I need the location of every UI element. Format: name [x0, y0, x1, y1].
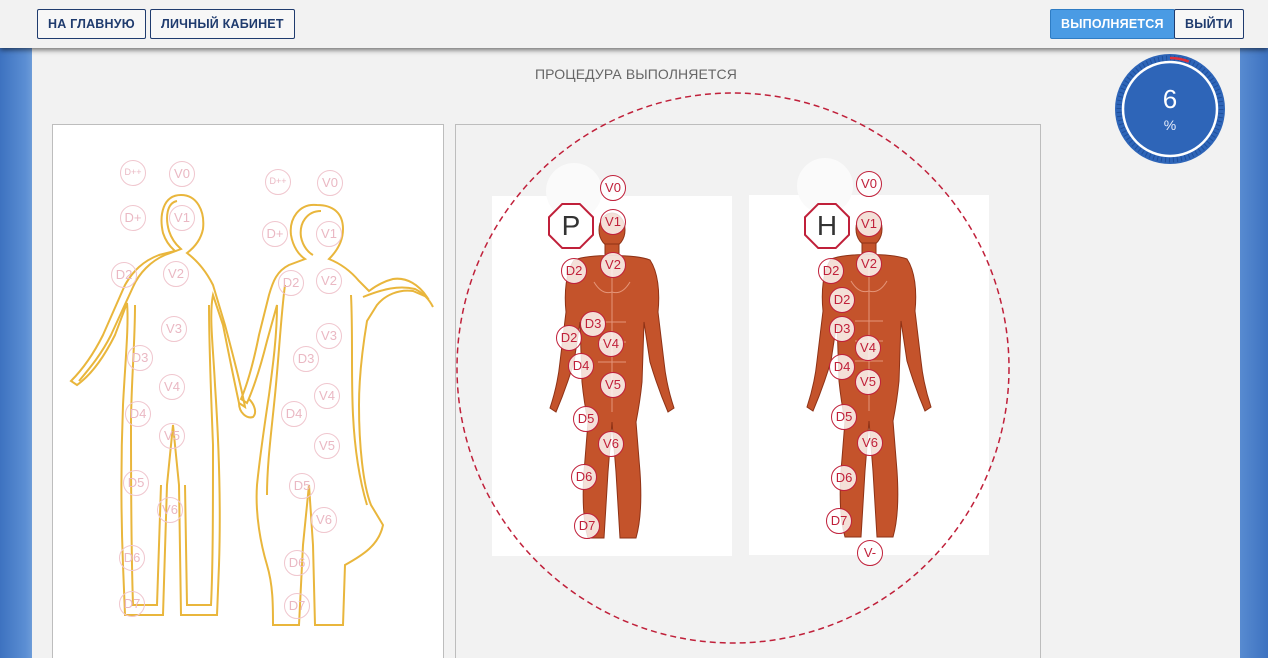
man-point-d5: D5 [123, 470, 149, 496]
woman-point-d5: D5 [289, 473, 315, 499]
personal-cabinet-button[interactable]: ЛИЧНЫЙ КАБИНЕТ [150, 9, 295, 39]
man-point-v4: V4 [159, 374, 185, 400]
status-running-button[interactable]: ВЫПОЛНЯЕТСЯ [1050, 9, 1175, 39]
woman-point-v1: V1 [316, 221, 342, 247]
woman-point-d6: D6 [284, 550, 310, 576]
man-point-v5: V5 [159, 423, 185, 449]
progress-dial: 6 % [1115, 54, 1225, 164]
progress-value: 6 [1162, 84, 1178, 114]
top-navigation-bar: НА ГЛАВНУЮ ЛИЧНЫЙ КАБИНЕТ ВЫПОЛНЯЕТСЯ ВЫ… [0, 0, 1268, 48]
man-point-v2: V2 [163, 261, 189, 287]
man-point-d2: D2 [111, 262, 137, 288]
woman-point-v5: V5 [314, 433, 340, 459]
man-point-d3: D3 [127, 345, 153, 371]
couple-outline-panel: D++ V0 D+ V1 D2 V2 V3 D3 V4 D4 V5 D5 V6 … [52, 124, 444, 658]
man-point-d4: D4 [125, 401, 151, 427]
page-title: ПРОЦЕДУРА ВЫПОЛНЯЕТСЯ [535, 66, 737, 82]
man-point-v6: V6 [157, 497, 183, 523]
progress-unit: % [1163, 117, 1177, 133]
man-point-d-plus-plus: D++ [120, 160, 146, 186]
man-point-v0: V0 [169, 161, 195, 187]
main-content: ПРОЦЕДУРА ВЫПОЛНЯЕТСЯ D++ V0 D+ V1 D2 V2… [32, 48, 1240, 658]
woman-point-d7: D7 [284, 593, 310, 619]
man-point-d7: D7 [119, 591, 145, 617]
woman-point-v4: V4 [314, 383, 340, 409]
man-point-v3: V3 [161, 316, 187, 342]
woman-point-d-plus-plus: D++ [265, 169, 291, 195]
couple-outline-image [69, 193, 434, 626]
man-point-d-plus: D+ [120, 205, 146, 231]
woman-point-d2: D2 [278, 270, 304, 296]
woman-point-v0: V0 [317, 170, 343, 196]
man-point-d6: D6 [119, 545, 145, 571]
dashed-circle-overlay [456, 92, 1010, 644]
woman-point-d-plus: D+ [262, 221, 288, 247]
woman-point-v3: V3 [316, 323, 342, 349]
woman-point-d3: D3 [293, 346, 319, 372]
woman-point-d4: D4 [281, 401, 307, 427]
man-point-v1: V1 [169, 205, 195, 231]
logout-button[interactable]: ВЫЙТИ [1174, 9, 1244, 39]
home-button[interactable]: НА ГЛАВНУЮ [37, 9, 146, 39]
woman-point-v6: V6 [311, 507, 337, 533]
woman-point-v2: V2 [316, 268, 342, 294]
